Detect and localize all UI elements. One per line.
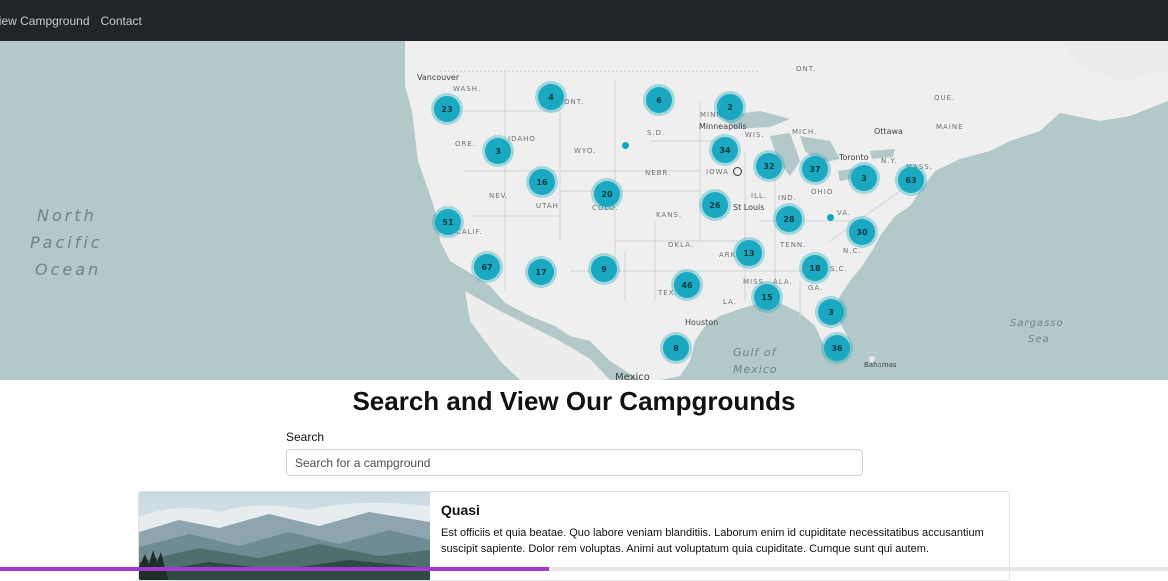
- place-label: WIS.: [745, 131, 765, 139]
- campground-title[interactable]: Quasi: [441, 502, 1001, 518]
- place-label: QUE.: [934, 94, 956, 102]
- place-label: WASH.: [453, 85, 482, 93]
- place-label: UTAH: [536, 202, 559, 210]
- ocean-label: North: [37, 206, 97, 225]
- cluster-marker[interactable]: 51: [435, 209, 461, 235]
- cluster-marker[interactable]: 32: [756, 153, 782, 179]
- campground-description: Est officiis et quia beatae. Quo labore …: [441, 527, 984, 555]
- city-label: Vancouver: [417, 73, 460, 82]
- campground-marker[interactable]: [827, 214, 834, 221]
- place-label: ONT.: [796, 65, 817, 73]
- page-title: Search and View Our Campgrounds: [352, 386, 796, 416]
- cluster-marker[interactable]: 28: [776, 206, 802, 232]
- campground-marker[interactable]: [622, 142, 629, 149]
- cluster-marker[interactable]: 30: [849, 219, 875, 245]
- gulf-label: Gulf of: [733, 346, 777, 359]
- cluster-marker[interactable]: 20: [594, 181, 620, 207]
- cluster-marker[interactable]: 67: [474, 254, 500, 280]
- cluster-marker[interactable]: 37: [802, 156, 828, 182]
- cluster-marker[interactable]: 16: [529, 169, 555, 195]
- cluster-marker[interactable]: 2: [717, 94, 743, 120]
- navbar: View Campground Contact: [0, 0, 1168, 41]
- place-label: S.C.: [830, 265, 848, 273]
- cluster-marker[interactable]: 6: [646, 87, 672, 113]
- gulf-label: Mexico: [733, 363, 778, 376]
- video-progress-fill: [0, 567, 549, 571]
- cluster-marker[interactable]: 26: [702, 192, 728, 218]
- city-label: Bahamas: [864, 361, 897, 369]
- cluster-marker[interactable]: 46: [674, 272, 700, 298]
- place-label: TENN.: [780, 241, 807, 249]
- cluster-marker[interactable]: 4: [538, 84, 564, 110]
- place-label: N.C.: [843, 247, 862, 255]
- cluster-map[interactable]: North Pacific Ocean Gulf of Mexico Sarga…: [0, 41, 1168, 380]
- map-basemap: [405, 41, 1168, 380]
- cluster-marker[interactable]: 17: [528, 259, 554, 285]
- campground-card-body: Quasi Est officiis et quia beatae. Quo l…: [441, 502, 1001, 557]
- city-label: St Louis: [733, 203, 765, 212]
- cluster-marker[interactable]: 13: [736, 240, 762, 266]
- search-input[interactable]: [286, 449, 863, 476]
- place-label: MICH.: [792, 128, 818, 136]
- place-label: WYO.: [574, 147, 597, 155]
- location-pin-icon: [733, 167, 742, 176]
- cluster-marker[interactable]: 36: [824, 335, 850, 361]
- place-label: ORE.: [455, 140, 477, 148]
- place-label: IOWA: [706, 168, 729, 176]
- cluster-marker[interactable]: 3: [818, 299, 844, 325]
- city-label: Ottawa: [874, 127, 903, 136]
- place-label: KANS.: [656, 211, 683, 219]
- cluster-marker[interactable]: 3: [851, 165, 877, 191]
- cluster-marker[interactable]: 63: [898, 167, 924, 193]
- cluster-marker[interactable]: 18: [802, 255, 828, 281]
- sea-label: Sargasso: [1010, 318, 1064, 329]
- place-label: IDAHO: [508, 135, 536, 143]
- place-label: NEBR.: [645, 169, 672, 177]
- search-label: Search: [286, 430, 325, 444]
- cluster-marker[interactable]: 23: [434, 96, 460, 122]
- city-label: Toronto: [839, 153, 869, 162]
- place-label: CALIF.: [456, 228, 483, 236]
- place-label: VA.: [837, 209, 852, 217]
- cluster-marker[interactable]: 3: [485, 138, 511, 164]
- cluster-marker[interactable]: 15: [754, 284, 780, 310]
- nav-link-view-campground[interactable]: View Campground: [0, 14, 90, 28]
- city-label: Houston: [685, 318, 719, 327]
- place-label: S.D.: [647, 129, 666, 137]
- place-label: LA.: [723, 298, 737, 306]
- video-progress-bar[interactable]: [0, 567, 1168, 571]
- city-label: Mexico: [615, 372, 650, 380]
- sea-label: Sea: [1028, 334, 1050, 345]
- ocean-label: Pacific: [30, 233, 103, 252]
- place-label: ILL.: [751, 192, 768, 200]
- place-label: N.Y.: [881, 157, 898, 165]
- cluster-marker[interactable]: 34: [712, 137, 738, 163]
- place-label: IND.: [778, 194, 797, 202]
- city-label: Minneapolis: [699, 122, 747, 131]
- place-label: OHIO: [811, 188, 834, 196]
- place-label: OKLA.: [668, 241, 695, 249]
- cluster-marker[interactable]: 8: [663, 335, 689, 361]
- ocean-label: Ocean: [35, 260, 102, 279]
- place-label: ALA.: [773, 278, 793, 286]
- nav-link-contact[interactable]: Contact: [101, 14, 142, 28]
- place-label: NEV.: [489, 192, 509, 200]
- cluster-marker[interactable]: 9: [591, 256, 617, 282]
- place-label: MAINE: [936, 123, 964, 131]
- place-label: GA.: [808, 284, 824, 292]
